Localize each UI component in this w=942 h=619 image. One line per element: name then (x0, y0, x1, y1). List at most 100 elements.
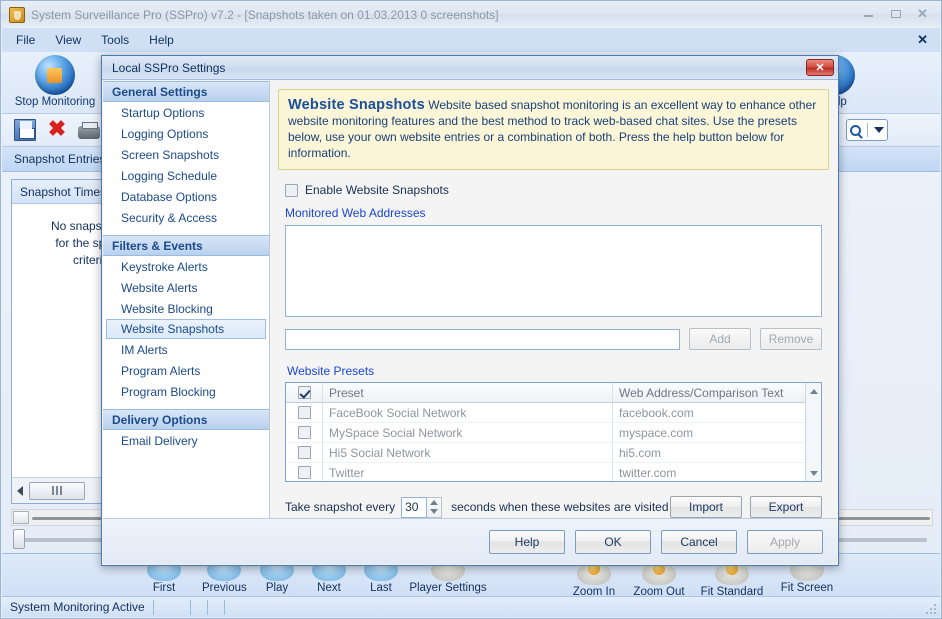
scroll-left-icon[interactable] (17, 485, 23, 496)
menu-item-view[interactable]: View (55, 33, 81, 47)
sidebar-item-im-alerts[interactable]: IM Alerts (103, 339, 269, 360)
dialog-content: Website Snapshots Website based snapshot… (270, 81, 837, 518)
sidebar-item-database-options[interactable]: Database Options (103, 186, 269, 207)
scroll-up-icon[interactable] (806, 383, 821, 399)
status-bar: System Monitoring Active (2, 596, 940, 617)
menu-item-help[interactable]: Help (149, 33, 174, 47)
dialog-close-button[interactable]: ✕ (806, 59, 834, 76)
website-presets-label: Website Presets (287, 364, 375, 378)
sidebar-item-logging-schedule[interactable]: Logging Schedule (103, 165, 269, 186)
main-window: System Surveillance Pro (SSPro) v7.2 - [… (0, 0, 942, 619)
player-label-play: Play (265, 582, 289, 594)
table-row[interactable]: FaceBook Social Network facebook.com (286, 403, 821, 423)
stepper-up-icon[interactable] (430, 499, 439, 505)
minimize-button[interactable] (856, 5, 881, 22)
app-shield-icon (9, 6, 25, 23)
table-row[interactable]: Hi5 Social Network hi5.com (286, 443, 821, 463)
stop-monitoring-label: Stop Monitoring (14, 96, 96, 108)
add-button[interactable]: Add (689, 328, 751, 350)
apply-button[interactable]: Apply (747, 529, 823, 554)
hscroll-thumb[interactable] (13, 511, 29, 524)
sidebar-item-program-alerts[interactable]: Program Alerts (103, 360, 269, 381)
sidebar-item-keystroke-alerts[interactable]: Keystroke Alerts (103, 256, 269, 277)
row-checkbox[interactable] (286, 406, 322, 419)
sidebar-item-program-blocking[interactable]: Program Blocking (103, 381, 269, 402)
dialog-title-bar: Local SSPro Settings ✕ (102, 56, 838, 80)
stop-monitoring-icon (35, 55, 75, 95)
row-checkbox[interactable] (286, 446, 322, 459)
menu-item-tools[interactable]: Tools (101, 33, 129, 47)
monitored-web-addresses-label: Monitored Web Addresses (285, 206, 426, 220)
interval-input[interactable]: 30 (401, 496, 428, 518)
settings-dialog: Local SSPro Settings ✕ General Settings … (101, 55, 839, 566)
enable-website-snapshots-label: Enable Website Snapshots (305, 183, 449, 197)
presets-scrollbar[interactable] (805, 383, 821, 481)
player-label-fit-screen: Fit Screen (780, 582, 834, 594)
chevron-down-icon[interactable] (874, 127, 884, 133)
enable-website-snapshots-checkbox[interactable]: Enable Website Snapshots (285, 183, 829, 197)
sidebar-item-email-delivery[interactable]: Email Delivery (103, 430, 269, 451)
player-label-settings: Player Settings (409, 582, 487, 594)
checkbox-icon (297, 406, 311, 419)
snapshot-interval-row: Take snapshot every 30 seconds when thes… (285, 496, 822, 518)
row-checkbox[interactable] (286, 466, 322, 479)
scroll-down-icon[interactable] (806, 465, 821, 481)
stop-monitoring-button[interactable]: Stop Monitoring (12, 52, 98, 108)
delete-icon[interactable]: ✖ (46, 118, 68, 141)
cell-preset: Hi5 Social Network (322, 443, 612, 462)
resize-grip-icon[interactable] (925, 603, 937, 615)
checkbox-icon (297, 466, 311, 479)
sidebar-item-screen-snapshots[interactable]: Screen Snapshots (103, 144, 269, 165)
checkbox-checked-icon (297, 386, 311, 399)
sidebar-item-website-snapshots[interactable]: Website Snapshots (106, 319, 266, 339)
banner-heading: Website Snapshots (288, 97, 425, 113)
cell-address: hi5.com (612, 443, 821, 462)
title-bar: System Surveillance Pro (SSPro) v7.2 - [… (1, 1, 941, 28)
search-icon (850, 124, 861, 136)
import-export-buttons: Import Export (670, 496, 822, 518)
cell-preset: FaceBook Social Network (322, 403, 612, 422)
sidebar-item-website-alerts[interactable]: Website Alerts (103, 277, 269, 298)
export-button[interactable]: Export (750, 496, 822, 518)
search-input[interactable] (846, 119, 888, 141)
sidebar-group-filters-events: Filters & Events (103, 235, 269, 256)
monitored-addresses-list[interactable] (285, 225, 822, 317)
sidebar-group-general-settings: General Settings (103, 81, 269, 102)
sidebar-item-startup-options[interactable]: Startup Options (103, 102, 269, 123)
maximize-button[interactable] (883, 5, 908, 22)
info-banner: Website Snapshots Website based snapshot… (278, 89, 829, 170)
status-cell-3 (191, 597, 207, 617)
scroll-thumb[interactable] (29, 481, 85, 500)
import-button[interactable]: Import (670, 496, 742, 518)
player-label-first: First (152, 582, 176, 594)
dialog-title-text: Local SSPro Settings (112, 60, 226, 75)
status-divider-4 (223, 599, 225, 615)
menu-item-file[interactable]: File (16, 33, 35, 47)
close-button[interactable]: ✕ (910, 5, 935, 22)
sidebar-item-website-blocking[interactable]: Website Blocking (103, 298, 269, 319)
mdi-close-icon[interactable]: ✕ (917, 32, 928, 48)
sidebar-item-logging-options[interactable]: Logging Options (103, 123, 269, 144)
status-cell-4 (208, 597, 224, 617)
address-input[interactable] (285, 328, 680, 350)
print-icon[interactable] (78, 121, 100, 139)
stepper-down-icon[interactable] (430, 509, 439, 515)
ok-button[interactable]: OK (575, 529, 651, 554)
interval-stepper[interactable] (427, 496, 443, 518)
dialog-sidebar: General Settings Startup Options Logging… (103, 81, 270, 518)
player-label-last: Last (370, 582, 392, 594)
save-icon[interactable] (14, 119, 36, 141)
presets-table: Preset Web Address/Comparison Text FaceB… (285, 382, 822, 482)
table-body: FaceBook Social Network facebook.com MyS… (286, 403, 821, 481)
header-select-all-checkbox[interactable] (286, 386, 322, 399)
table-row[interactable]: MySpace Social Network myspace.com (286, 423, 821, 443)
help-button[interactable]: Help (489, 529, 565, 554)
website-presets-section: Website Presets Preset Web Address/Compa… (285, 364, 822, 482)
row-checkbox[interactable] (286, 426, 322, 439)
cancel-button[interactable]: Cancel (661, 529, 737, 554)
sidebar-item-security-access[interactable]: Security & Access (103, 207, 269, 228)
sidebar-group-delivery-options: Delivery Options (103, 409, 269, 430)
table-row[interactable]: Twitter twitter.com (286, 463, 821, 481)
remove-button[interactable]: Remove (760, 328, 822, 350)
slider-knob[interactable] (13, 529, 25, 549)
